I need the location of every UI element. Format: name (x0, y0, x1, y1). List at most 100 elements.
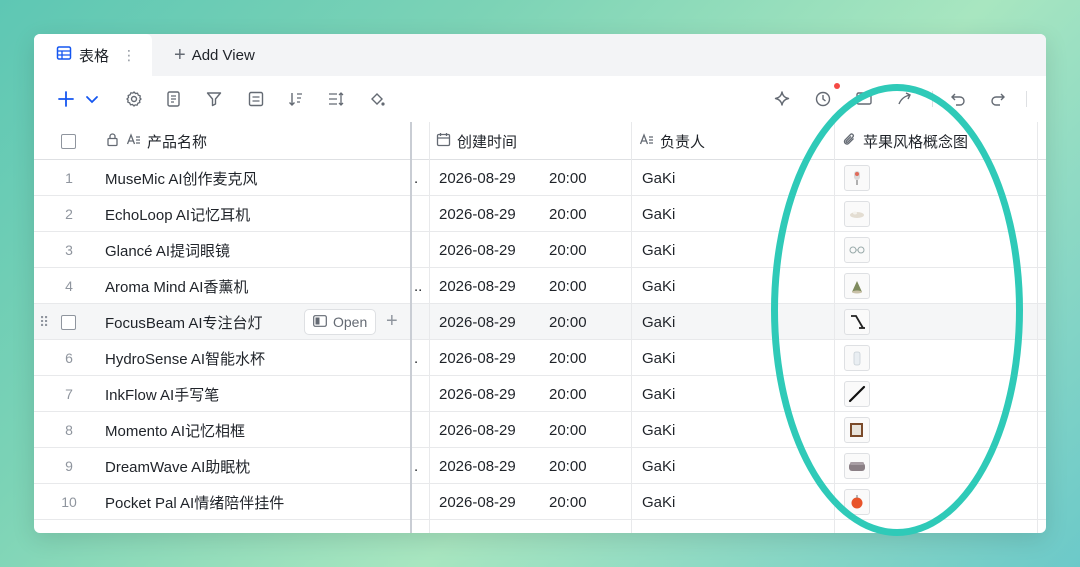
pendant-thumbnail-icon[interactable] (844, 489, 870, 515)
created-time-cell[interactable]: 20:00 (549, 484, 587, 520)
group-icon[interactable] (246, 89, 266, 109)
pen-thumbnail-icon[interactable] (844, 381, 870, 407)
owner-cell[interactable]: GaKi (642, 268, 675, 304)
table-row[interactable]: 2 EchoLoop AI记忆耳机 2026-08-29 20:00 GaKi (34, 196, 1046, 232)
product-name-cell[interactable]: Pocket Pal AI情绪陪伴挂件 (105, 484, 284, 520)
lamp-thumbnail-icon[interactable] (844, 309, 870, 335)
form-icon[interactable] (164, 89, 184, 109)
product-name-cell[interactable]: EchoLoop AI记忆耳机 (105, 196, 250, 232)
product-name-cell[interactable]: InkFlow AI手写笔 (105, 376, 219, 412)
concept-image-cell[interactable] (844, 196, 870, 232)
mic-thumbnail-icon[interactable] (844, 165, 870, 191)
product-name-cell[interactable]: MuseMic AI创作麦克风 (105, 160, 258, 196)
concept-image-cell[interactable] (844, 376, 870, 412)
created-time-cell[interactable]: 20:00 (549, 448, 587, 484)
fill-color-icon[interactable] (367, 89, 387, 109)
table-row[interactable]: ⠿ FocusBeam AI专注台灯 Open +2026-08-29 20:00 GaK… (34, 304, 1046, 340)
concept-image-cell[interactable] (844, 232, 870, 268)
created-time-cell[interactable]: 20:00 (549, 340, 587, 376)
column-header-name[interactable]: 产品名称 (105, 122, 207, 160)
owner-cell[interactable]: GaKi (642, 448, 675, 484)
tab-grid-view[interactable]: 表格 ⋮ (34, 34, 152, 76)
created-time-cell[interactable]: 20:00 (549, 376, 587, 412)
diffuser-thumbnail-icon[interactable] (844, 273, 870, 299)
created-date-cell[interactable]: 2026-08-29 (439, 448, 516, 484)
product-name-cell[interactable]: DreamWave AI助眠枕 (105, 448, 250, 484)
table-row[interactable]: 8 Momento AI记忆相框 2026-08-29 20:00 GaKi (34, 412, 1046, 448)
table-row[interactable]: 4 Aroma Mind AI香薰机.. 2026-08-29 20:00 GaKi (34, 268, 1046, 304)
product-name-cell[interactable]: HydroSense AI智能水杯 (105, 340, 265, 376)
created-time-cell[interactable]: 20:00 (549, 232, 587, 268)
table-row[interactable]: 10 Pocket Pal AI情绪陪伴挂件 2026-08-29 20:00 GaKi (34, 484, 1046, 520)
attachment-icon (842, 132, 857, 151)
concept-image-cell[interactable] (844, 268, 870, 304)
screen-icon[interactable] (854, 89, 874, 109)
earbuds-thumbnail-icon[interactable] (844, 201, 870, 227)
created-date-cell[interactable]: 2026-08-29 (439, 232, 516, 268)
owner-cell[interactable]: GaKi (642, 160, 675, 196)
text-field-icon (126, 132, 141, 151)
table-row[interactable]: 3 Glancé AI提词眼镜 2026-08-29 20:00 GaKi (34, 232, 1046, 268)
add-icon[interactable]: + (386, 310, 398, 333)
concept-image-cell[interactable] (844, 304, 870, 340)
product-name-cell[interactable]: Aroma Mind AI香薰机 (105, 268, 248, 304)
add-view-button[interactable]: + Add View (174, 34, 255, 76)
owner-cell[interactable]: GaKi (642, 196, 675, 232)
created-date-cell[interactable]: 2026-08-29 (439, 160, 516, 196)
add-record-icon[interactable] (56, 89, 76, 109)
row-height-icon[interactable] (326, 89, 346, 109)
column-header-created[interactable]: 创建时间 (436, 122, 517, 160)
created-date-cell[interactable]: 2026-08-29 (439, 268, 516, 304)
filter-icon[interactable] (204, 89, 224, 109)
date-field-icon (436, 132, 451, 151)
select-all-checkbox[interactable] (61, 122, 76, 160)
owner-cell[interactable]: GaKi (642, 340, 675, 376)
product-name-cell[interactable]: Glancé AI提词眼镜 (105, 232, 230, 268)
tab-more-icon[interactable]: ⋮ (122, 47, 136, 64)
row-checkbox[interactable] (61, 304, 76, 340)
created-date-cell[interactable]: 2026-08-29 (439, 484, 516, 520)
table-row[interactable]: 1 MuseMic AI创作麦克风. 2026-08-29 20:00 GaKi (34, 160, 1046, 196)
owner-cell[interactable]: GaKi (642, 376, 675, 412)
created-time-cell[interactable]: 20:00 (549, 268, 587, 304)
concept-image-cell[interactable] (844, 448, 870, 484)
history-icon[interactable] (813, 89, 833, 109)
open-record-button[interactable]: Open (304, 309, 377, 335)
created-date-cell[interactable]: 2026-08-29 (439, 340, 516, 376)
concept-image-cell[interactable] (844, 412, 870, 448)
owner-cell[interactable]: GaKi (642, 232, 675, 268)
settings-icon[interactable] (124, 89, 144, 109)
drag-handle-icon[interactable]: ⠿ (39, 314, 49, 331)
product-name-cell[interactable]: Momento AI记忆相框 (105, 412, 245, 448)
created-date-cell[interactable]: 2026-08-29 (439, 304, 516, 340)
frame-thumbnail-icon[interactable] (844, 417, 870, 443)
ai-sparkle-icon[interactable] (772, 89, 792, 109)
owner-cell[interactable]: GaKi (642, 412, 675, 448)
created-time-cell[interactable]: 20:00 (549, 412, 587, 448)
table-row[interactable]: 9 DreamWave AI助眠枕. 2026-08-29 20:00 GaKi (34, 448, 1046, 484)
concept-image-cell[interactable] (844, 484, 870, 520)
owner-cell[interactable]: GaKi (642, 304, 675, 340)
glasses-thumbnail-icon[interactable] (844, 237, 870, 263)
column-header-image[interactable]: 苹果风格概念图 (842, 122, 968, 160)
created-date-cell[interactable]: 2026-08-29 (439, 412, 516, 448)
created-time-cell[interactable]: 20:00 (549, 196, 587, 232)
chevron-down-icon[interactable] (82, 89, 102, 109)
column-header-owner[interactable]: 负责人 (639, 122, 705, 160)
owner-cell[interactable]: GaKi (642, 484, 675, 520)
created-time-cell[interactable]: 20:00 (549, 160, 587, 196)
table-row[interactable]: 7 InkFlow AI手写笔 2026-08-29 20:00 GaKi (34, 376, 1046, 412)
pillow-thumbnail-icon[interactable] (844, 453, 870, 479)
undo-icon[interactable] (948, 89, 968, 109)
bottle-thumbnail-icon[interactable] (844, 345, 870, 371)
concept-image-cell[interactable] (844, 160, 870, 196)
created-date-cell[interactable]: 2026-08-29 (439, 376, 516, 412)
concept-image-cell[interactable] (844, 340, 870, 376)
created-date-cell[interactable]: 2026-08-29 (439, 196, 516, 232)
redo-icon[interactable] (988, 89, 1008, 109)
table-row[interactable]: 6 HydroSense AI智能水杯. 2026-08-29 20:00 GaKi (34, 340, 1046, 376)
product-name-cell[interactable]: FocusBeam AI专注台灯 (105, 304, 263, 340)
created-time-cell[interactable]: 20:00 (549, 304, 587, 340)
share-icon[interactable] (895, 89, 915, 109)
sort-icon[interactable] (286, 89, 306, 109)
